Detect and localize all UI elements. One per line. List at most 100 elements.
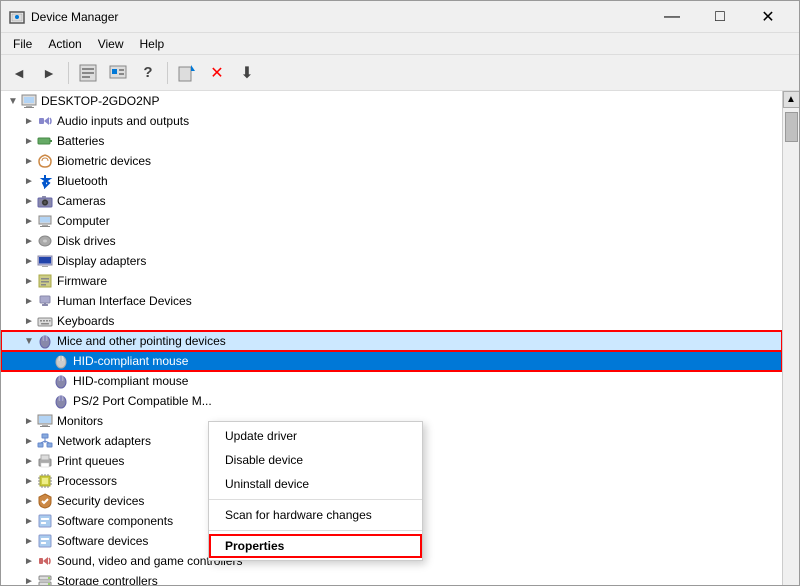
bluetooth-expander[interactable]: ► xyxy=(21,173,37,189)
tree-item-storage[interactable]: ► Storage controllers xyxy=(1,571,782,585)
tree-item-hid-mouse-1[interactable]: HID-compliant mouse xyxy=(1,351,782,371)
sound-icon xyxy=(37,553,53,569)
ctx-uninstall-device[interactable]: Uninstall device xyxy=(209,472,422,496)
hid-expander[interactable]: ► xyxy=(21,293,37,309)
audio-expander[interactable]: ► xyxy=(21,113,37,129)
tree-item-bluetooth[interactable]: ► Bluetooth xyxy=(1,171,782,191)
minimize-button[interactable]: — xyxy=(649,1,695,33)
security-expander[interactable]: ► xyxy=(21,493,37,509)
scan-toolbar-button[interactable]: ⬇ xyxy=(233,59,261,87)
tree-item-audio[interactable]: ► Audio inputs and outputs xyxy=(1,111,782,131)
help-toolbar-button[interactable]: ? xyxy=(134,59,162,87)
tree-item-display[interactable]: ► Display adapters xyxy=(1,251,782,271)
ctx-update-driver[interactable]: Update driver xyxy=(209,424,422,448)
sw-devices-expander[interactable]: ► xyxy=(21,533,37,549)
network-icon xyxy=(37,433,53,449)
disk-expander[interactable]: ► xyxy=(21,233,37,249)
sound-expander[interactable]: ► xyxy=(21,553,37,569)
tree-item-cameras[interactable]: ► Cameras xyxy=(1,191,782,211)
sw-components-expander[interactable]: ► xyxy=(21,513,37,529)
display-icon xyxy=(37,253,53,269)
computer-expander[interactable]: ► xyxy=(21,213,37,229)
root-expander[interactable]: ▼ xyxy=(5,93,21,109)
processors-icon xyxy=(37,473,53,489)
firmware-label: Firmware xyxy=(57,274,107,288)
menu-action[interactable]: Action xyxy=(40,35,89,53)
window-controls: — □ ✕ xyxy=(649,1,791,33)
device-manager-toolbar-button[interactable] xyxy=(104,59,132,87)
keyboards-icon xyxy=(37,313,53,329)
tree-item-firmware[interactable]: ► Firmware xyxy=(1,271,782,291)
tree-item-hid[interactable]: ► Human Interface Devices xyxy=(1,291,782,311)
tree-item-biometric[interactable]: ► Biometric devices xyxy=(1,151,782,171)
toolbar: ◄ ► ? ✕ ⬇ xyxy=(1,55,799,91)
tree-item-mice[interactable]: ▼ Mice and other pointing devices xyxy=(1,331,782,351)
computer-device-icon xyxy=(37,213,53,229)
display-label: Display adapters xyxy=(57,254,146,268)
keyboards-label: Keyboards xyxy=(57,314,114,328)
print-icon xyxy=(37,453,53,469)
firmware-expander[interactable]: ► xyxy=(21,273,37,289)
hid-mouse-2-label: HID-compliant mouse xyxy=(73,374,188,388)
audio-icon xyxy=(37,113,53,129)
close-button[interactable]: ✕ xyxy=(745,1,791,33)
print-label: Print queues xyxy=(57,454,124,468)
uninstall-toolbar-button[interactable]: ✕ xyxy=(203,59,231,87)
batteries-expander[interactable]: ► xyxy=(21,133,37,149)
disk-label: Disk drives xyxy=(57,234,116,248)
batteries-label: Batteries xyxy=(57,134,104,148)
forward-button[interactable]: ► xyxy=(35,59,63,87)
computer-icon xyxy=(21,93,37,109)
keyboards-expander[interactable]: ► xyxy=(21,313,37,329)
tree-root[interactable]: ▼ DESKTOP-2GDO2NP xyxy=(1,91,782,111)
processors-expander[interactable]: ► xyxy=(21,473,37,489)
network-expander[interactable]: ► xyxy=(21,433,37,449)
menu-help[interactable]: Help xyxy=(132,35,173,53)
bluetooth-label: Bluetooth xyxy=(57,174,108,188)
menu-file[interactable]: File xyxy=(5,35,40,53)
scroll-thumb[interactable] xyxy=(785,112,798,142)
ps2-label: PS/2 Port Compatible M... xyxy=(73,394,212,408)
ps2-expander xyxy=(37,393,53,409)
display-expander[interactable]: ► xyxy=(21,253,37,269)
firmware-icon xyxy=(37,273,53,289)
update-driver-toolbar-button[interactable] xyxy=(173,59,201,87)
tree-item-computer[interactable]: ► Computer xyxy=(1,211,782,231)
tree-panel[interactable]: ▼ DESKTOP-2GDO2NP ► xyxy=(1,91,782,585)
sw-devices-icon xyxy=(37,533,53,549)
title-bar: Device Manager — □ ✕ xyxy=(1,1,799,33)
tree-item-disk[interactable]: ► Disk drives xyxy=(1,231,782,251)
properties-toolbar-button[interactable] xyxy=(74,59,102,87)
hid-mouse-2-expander xyxy=(37,373,53,389)
mice-label: Mice and other pointing devices xyxy=(57,334,226,348)
back-button[interactable]: ◄ xyxy=(5,59,33,87)
scroll-up-arrow[interactable]: ▲ xyxy=(783,91,800,108)
hid-mouse-1-expander xyxy=(37,353,53,369)
ctx-disable-device[interactable]: Disable device xyxy=(209,448,422,472)
ctx-scan-hardware[interactable]: Scan for hardware changes xyxy=(209,503,422,527)
cameras-label: Cameras xyxy=(57,194,106,208)
network-label: Network adapters xyxy=(57,434,151,448)
tree-item-ps2-mouse[interactable]: PS/2 Port Compatible M... xyxy=(1,391,782,411)
storage-icon xyxy=(37,573,53,585)
sw-components-icon xyxy=(37,513,53,529)
mice-expander[interactable]: ▼ xyxy=(21,333,37,349)
tree-item-hid-mouse-2[interactable]: HID-compliant mouse xyxy=(1,371,782,391)
tree-item-batteries[interactable]: ► Batteries xyxy=(1,131,782,151)
computer-label: Computer xyxy=(57,214,110,228)
ctx-separator-1 xyxy=(209,499,422,500)
print-expander[interactable]: ► xyxy=(21,453,37,469)
hid-mouse-1-icon xyxy=(53,353,69,369)
biometric-expander[interactable]: ► xyxy=(21,153,37,169)
biometric-icon xyxy=(37,153,53,169)
ctx-properties[interactable]: Properties xyxy=(209,534,422,558)
maximize-button[interactable]: □ xyxy=(697,1,743,33)
mice-icon xyxy=(37,333,53,349)
monitors-expander[interactable]: ► xyxy=(21,413,37,429)
batteries-icon xyxy=(37,133,53,149)
tree-item-keyboards[interactable]: ► Keyboards xyxy=(1,311,782,331)
scrollbar[interactable]: ▲ xyxy=(782,91,799,585)
menu-view[interactable]: View xyxy=(90,35,132,53)
cameras-expander[interactable]: ► xyxy=(21,193,37,209)
storage-expander[interactable]: ► xyxy=(21,573,37,585)
